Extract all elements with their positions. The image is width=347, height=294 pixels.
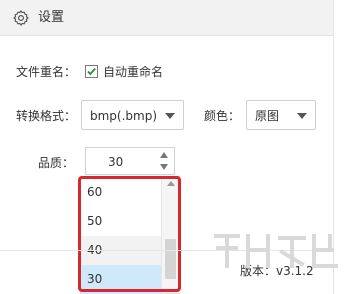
quality-option[interactable]: 50 (81, 207, 161, 236)
auto-rename-label[interactable]: 自动重命名 (103, 64, 163, 80)
quality-option-selected[interactable]: 30 (81, 265, 161, 294)
color-select[interactable]: 原图 (246, 100, 316, 130)
increment-arrow-icon[interactable] (160, 152, 168, 158)
quality-stepper[interactable]: 30 (85, 147, 175, 175)
scrollbar-thumb[interactable] (165, 239, 176, 279)
format-label: 转换格式： (16, 109, 77, 123)
checkmark-icon (87, 67, 96, 76)
quality-label: 品质： (38, 156, 75, 170)
color-select-value: 原图 (255, 109, 280, 123)
scroll-up-arrow-icon[interactable] (167, 181, 175, 186)
chevron-down-icon (165, 113, 175, 119)
chevron-down-icon (297, 113, 307, 119)
decrement-arrow-icon[interactable] (160, 164, 168, 170)
quality-option[interactable]: 60 (81, 178, 161, 207)
settings-title: 设置 (38, 10, 65, 25)
settings-header: 设置 (0, 0, 333, 36)
gear-icon (13, 10, 29, 26)
quality-value: 30 (108, 155, 124, 169)
quality-dropdown[interactable]: 60 50 40 30 (80, 176, 180, 294)
format-select-value: bmp(.bmp) (90, 109, 158, 123)
dropdown-scrollbar[interactable] (161, 177, 179, 293)
watermark-logo (214, 234, 338, 268)
auto-rename-checkbox[interactable] (85, 65, 98, 78)
rename-label: 文件重名： (16, 65, 77, 79)
color-label: 颜色： (204, 109, 241, 123)
format-select[interactable]: bmp(.bmp) (81, 100, 184, 130)
